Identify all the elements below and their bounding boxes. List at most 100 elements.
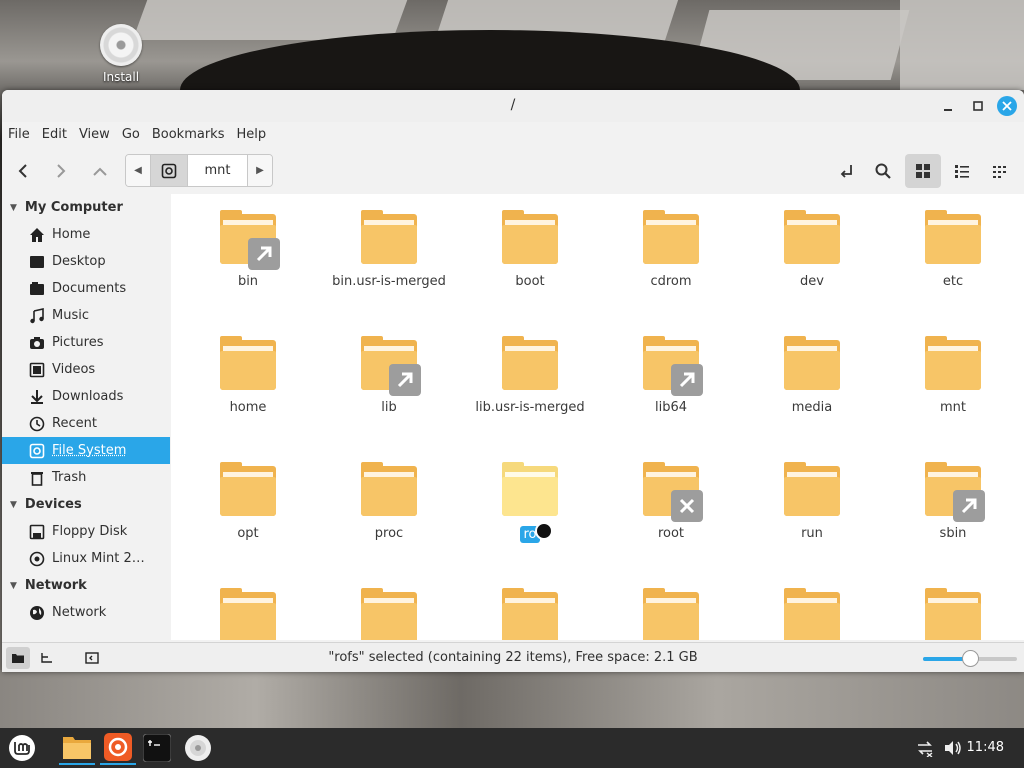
volume-icon (945, 741, 961, 755)
up-button[interactable] (85, 156, 115, 186)
file-manager-window: / File Edit View Go Bookmarks Help ◀ mnt… (2, 90, 1024, 672)
sidebar-item-documents[interactable]: Documents (2, 275, 170, 302)
chevron-down-icon: ▼ (10, 580, 17, 591)
symlink-arrow-icon (389, 364, 421, 396)
search-button[interactable] (865, 154, 901, 188)
path-root-button[interactable] (150, 155, 188, 186)
file-item[interactable]: proc (324, 462, 454, 541)
sidebar-item-linux-mint[interactable]: Linux Mint 2… (2, 545, 170, 572)
file-item[interactable]: lib (324, 336, 454, 415)
file-item[interactable]: mnt (888, 336, 1018, 415)
chevron-down-icon: ▼ (10, 202, 17, 213)
busy-cursor-icon (535, 522, 553, 540)
back-button[interactable] (8, 156, 38, 186)
taskbar-firefox-button[interactable] (100, 731, 136, 765)
forward-button[interactable] (46, 156, 76, 186)
sidebar-item-pictures[interactable]: Pictures (2, 329, 170, 356)
sidebar-section-my-computer[interactable]: ▼ My Computer (2, 194, 170, 221)
menu-bookmarks[interactable]: Bookmarks (152, 122, 231, 148)
desktop-icon-install[interactable]: Install (96, 24, 146, 84)
taskbar-install-button[interactable] (180, 731, 216, 765)
path-scroll-right[interactable]: ▶ (248, 155, 272, 186)
file-item[interactable]: dev (747, 210, 877, 289)
sidebar-item-label: Downloads (52, 389, 124, 404)
path-scroll-left[interactable]: ◀ (126, 155, 150, 186)
file-item[interactable]: cdrom (606, 210, 736, 289)
folder-icon (784, 336, 840, 390)
sidebar-item-videos[interactable]: Videos (2, 356, 170, 383)
file-item[interactable] (324, 588, 454, 640)
file-name: root (657, 526, 685, 541)
toggle-location-button[interactable] (828, 154, 864, 188)
sidebar-item-label: Videos (52, 362, 96, 377)
taskbar-files-button[interactable] (59, 731, 95, 765)
menu-edit[interactable]: Edit (42, 122, 73, 148)
title-bar[interactable]: / (2, 90, 1024, 122)
sidebar-item-network[interactable]: Network (2, 599, 170, 626)
sidebar-item-home[interactable]: Home (2, 221, 170, 248)
file-item[interactable] (465, 588, 595, 640)
close-button[interactable] (997, 96, 1017, 116)
documents-icon (28, 281, 46, 297)
sidebar-item-file-system[interactable]: File System (2, 437, 170, 464)
folder-icon (925, 210, 981, 264)
menu-help[interactable]: Help (236, 122, 272, 148)
file-item[interactable] (183, 588, 313, 640)
file-item[interactable]: opt (183, 462, 313, 541)
sidebar-item-trash[interactable]: Trash (2, 464, 170, 491)
sidebar-item-recent[interactable]: Recent (2, 410, 170, 437)
file-item[interactable]: bin (183, 210, 313, 289)
terminal-icon (143, 734, 171, 762)
icon-view-button[interactable] (905, 154, 941, 188)
file-item[interactable] (888, 588, 1018, 640)
symlink-arrow-icon (953, 490, 985, 522)
file-name: cdrom (650, 274, 692, 289)
sidebar-item-label: Recent (52, 416, 97, 431)
folder-icon (784, 462, 840, 516)
minimize-button[interactable] (938, 96, 958, 116)
file-item[interactable]: boot (465, 210, 595, 289)
file-item[interactable]: run (747, 462, 877, 541)
file-item[interactable] (747, 588, 877, 640)
folder-icon (925, 588, 981, 640)
file-item[interactable] (606, 588, 736, 640)
file-item[interactable]: lib64 (606, 336, 736, 415)
sidebar-item-downloads[interactable]: Downloads (2, 383, 170, 410)
camera-icon (28, 335, 46, 351)
zoom-slider[interactable] (923, 650, 1017, 667)
file-icon-view[interactable]: bin bin.usr-is-merged boot cdrom dev etc home l… (171, 194, 1024, 640)
folder-icon (643, 588, 699, 640)
file-item[interactable]: root (606, 462, 736, 541)
file-item[interactable]: bin.usr-is-merged (324, 210, 454, 289)
sidebar-section-network[interactable]: ▼ Network (2, 572, 170, 599)
maximize-button[interactable] (968, 96, 988, 116)
file-item[interactable]: sbin (888, 462, 1018, 541)
zoom-slider-handle[interactable] (962, 650, 979, 667)
folder-icon (643, 336, 703, 396)
sidebar-item-label: Trash (52, 470, 87, 485)
menu-view[interactable]: View (79, 122, 116, 148)
volume-control[interactable] (943, 728, 963, 768)
path-segment-mnt[interactable]: mnt (188, 155, 248, 186)
file-item[interactable]: home (183, 336, 313, 415)
taskbar-terminal-button[interactable] (139, 731, 175, 765)
file-item[interactable]: media (747, 336, 877, 415)
sidebar-item-desktop[interactable]: Desktop (2, 248, 170, 275)
desktop-icon (28, 254, 46, 270)
menu-go[interactable]: Go (122, 122, 146, 148)
mint-menu-button[interactable] (4, 731, 40, 765)
list-view-button[interactable] (944, 154, 980, 188)
sidebar-item-floppy-disk[interactable]: Floppy Disk (2, 518, 170, 545)
clock[interactable]: 11:48 (967, 740, 1004, 755)
file-item[interactable]: ro (465, 462, 595, 543)
sidebar-section-devices[interactable]: ▼ Devices (2, 491, 170, 518)
sidebar-item-music[interactable]: Music (2, 302, 170, 329)
file-item[interactable]: etc (888, 210, 1018, 289)
menu-bar: File Edit View Go Bookmarks Help (2, 122, 278, 148)
sidebar-section-title: Devices (24, 497, 82, 512)
menu-file[interactable]: File (8, 122, 36, 148)
network-status[interactable] (916, 728, 934, 768)
taskbar: 11:48 (0, 728, 1024, 768)
file-item[interactable]: lib.usr-is-merged (465, 336, 595, 415)
compact-view-button[interactable] (982, 154, 1018, 188)
